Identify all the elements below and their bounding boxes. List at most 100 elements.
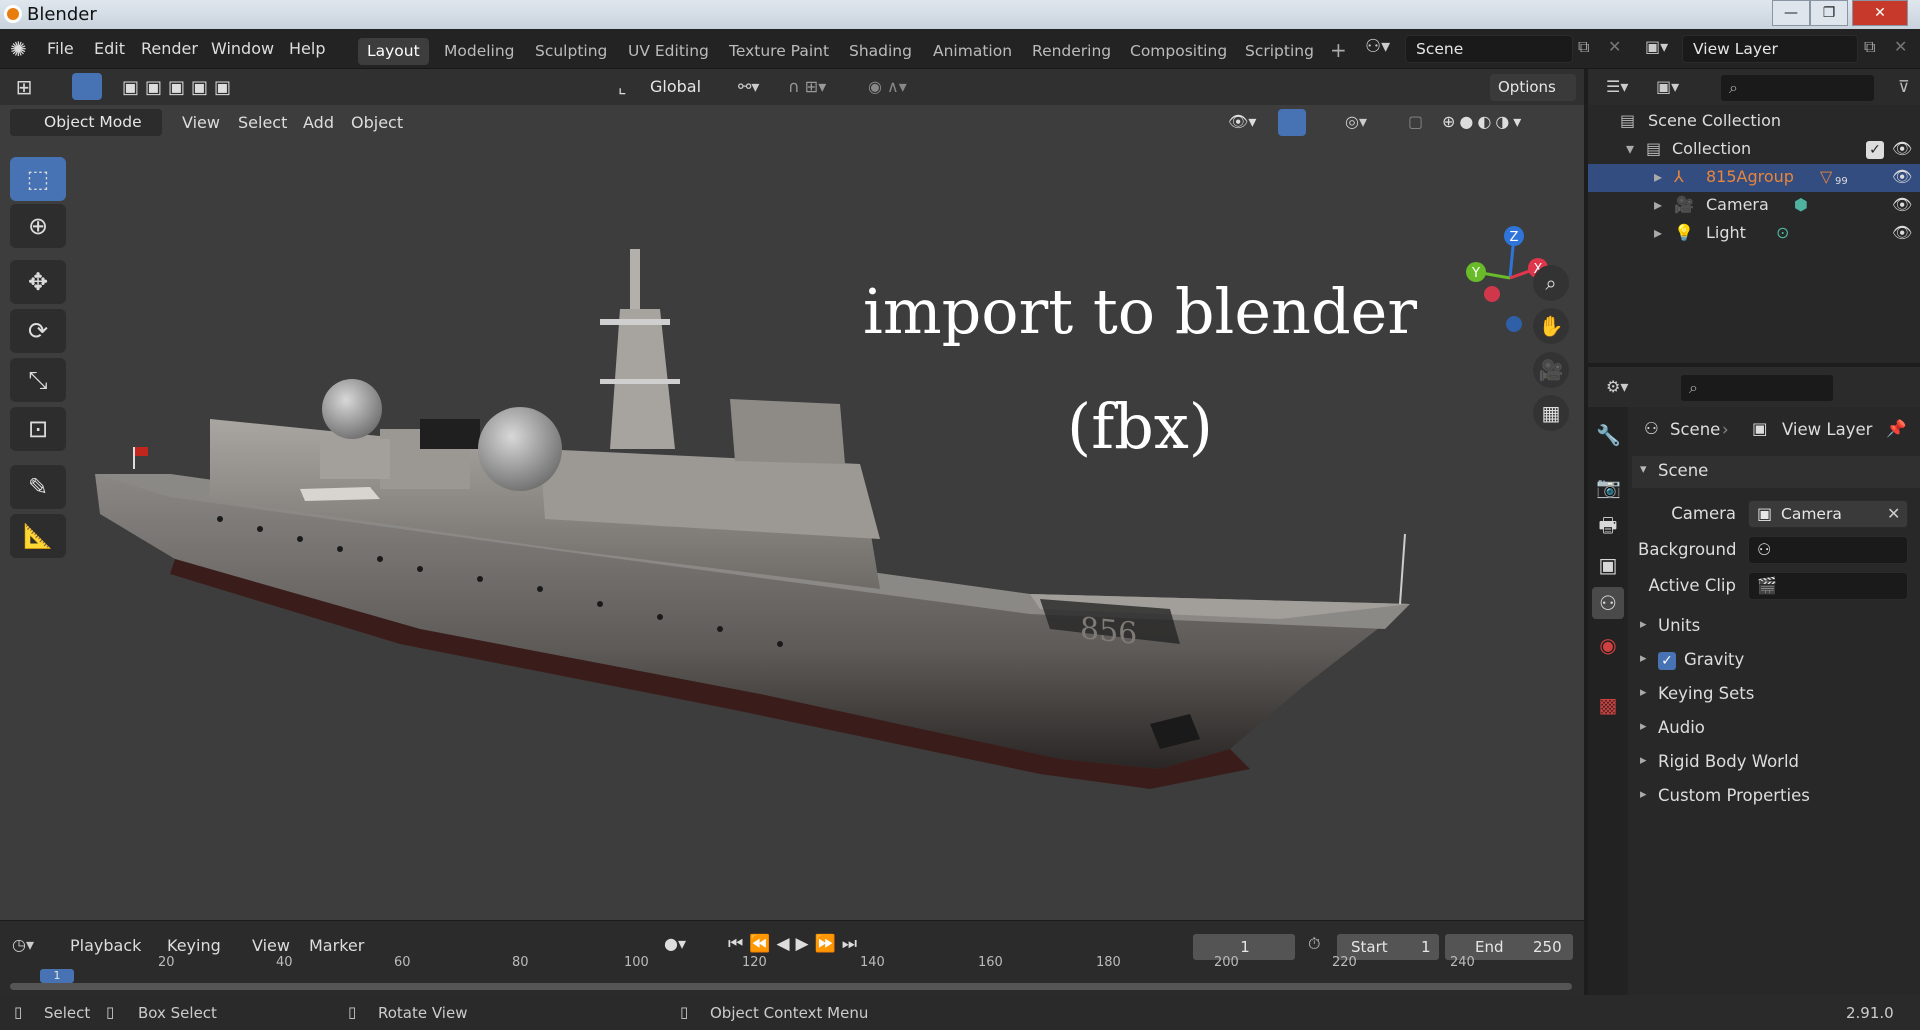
eye-icon[interactable]: 👁 [1892, 195, 1912, 214]
new-scene-icon[interactable]: ⧉ [1578, 37, 1589, 57]
display-mode-icon[interactable]: ▣▾ [1656, 77, 1679, 96]
texture-tab-icon[interactable]: ▩ [1596, 693, 1620, 717]
render-tab-icon[interactable]: 📷 [1596, 475, 1621, 499]
minimize-button[interactable]: — [1772, 0, 1810, 26]
tab-uv-editing[interactable]: UV Editing [619, 38, 718, 65]
current-frame-field[interactable]: 1 [1192, 933, 1296, 961]
scene-tab-icon[interactable]: ⚇ [1592, 587, 1624, 619]
proportional-edit-icon[interactable]: ◉ ∧▾ [868, 77, 907, 96]
tab-rendering[interactable]: Rendering [1023, 38, 1120, 65]
stopwatch-icon[interactable]: ⏱ [1308, 934, 1320, 954]
xray-icon[interactable]: ▢ [1408, 112, 1423, 131]
ship-model[interactable] [0, 69, 1584, 920]
camera-view-icon[interactable]: 🎥 [1533, 352, 1569, 388]
panel-gravity[interactable]: ▸ ✓ Gravity [1632, 645, 1920, 677]
delete-scene-icon[interactable]: ✕ [1608, 37, 1621, 56]
panel-audio[interactable]: ▸ Audio [1632, 713, 1920, 745]
view-layer-field[interactable]: View Layer [1682, 35, 1858, 63]
eye-icon[interactable]: 👁 [1892, 223, 1912, 242]
orientation-dropdown[interactable]: Global [650, 77, 701, 96]
tab-animation[interactable]: Animation [924, 38, 1021, 65]
panel-custom-properties[interactable]: ▸ Custom Properties [1632, 781, 1920, 813]
clear-camera-icon[interactable]: ✕ [1887, 504, 1900, 523]
gravity-checkbox[interactable]: ✓ [1658, 652, 1676, 670]
viewport-menu-object[interactable]: Object [351, 113, 403, 132]
pin-icon[interactable]: 📌 [1886, 419, 1907, 439]
tab-scripting[interactable]: Scripting [1236, 38, 1323, 65]
menu-file[interactable]: File [47, 39, 74, 58]
view-layer-tab-icon[interactable]: ▣ [1596, 553, 1620, 577]
outliner-collection[interactable]: ▾ ▤ Collection ✓ 👁 [1588, 136, 1920, 164]
scale-icon[interactable]: ⤡ [10, 358, 66, 402]
snap-icon[interactable]: ∩ ⊞▾ [788, 77, 826, 96]
timeline-scrollbar[interactable] [10, 983, 1572, 990]
zoom-icon[interactable]: ⌕ [1533, 265, 1569, 301]
eye-icon[interactable]: 👁 [1892, 167, 1912, 186]
transform-icon[interactable]: ⊡ [10, 407, 66, 451]
menu-help[interactable]: Help [289, 39, 325, 58]
tab-modeling[interactable]: Modeling [435, 38, 524, 65]
expand-icon[interactable]: ▸ [1654, 195, 1662, 214]
perspective-grid-icon[interactable]: ▦ [1533, 395, 1569, 431]
close-window-button[interactable]: ✕ [1852, 0, 1908, 26]
scene-field[interactable]: Scene [1405, 35, 1573, 63]
outliner-search[interactable]: ⌕ [1720, 74, 1875, 102]
select-box-icon[interactable]: ⬚ [10, 157, 66, 201]
world-tab-icon[interactable]: ◉ [1596, 633, 1620, 657]
editor-type-icon[interactable]: ⊞ [12, 75, 36, 99]
menu-render[interactable]: Render [141, 39, 198, 58]
active-clip-field[interactable]: 🎬 [1748, 572, 1908, 600]
outliner-scene-collection[interactable]: ▤ Scene Collection [1588, 108, 1920, 136]
delete-view-layer-icon[interactable]: ✕ [1894, 37, 1907, 56]
outliner-item-815agroup[interactable]: ▸ ⅄ 815Agroup ▽ 99 👁 [1588, 164, 1920, 192]
mode-dropdown[interactable]: Object Mode [10, 109, 162, 136]
timeline-menu-view[interactable]: View [252, 936, 290, 955]
viewport-menu-select[interactable]: Select [238, 113, 287, 132]
rotate-icon[interactable]: ⟳ [10, 309, 66, 353]
tab-layout[interactable]: Layout [358, 38, 429, 65]
expand-icon[interactable]: ▸ [1654, 223, 1662, 242]
viewport-menu-add[interactable]: Add [303, 113, 334, 132]
outliner-editor-icon[interactable]: ☰▾ [1606, 77, 1628, 96]
move-icon[interactable]: ✥ [10, 260, 66, 304]
properties-editor-icon[interactable]: ⚙▾ [1606, 377, 1628, 396]
pan-hand-icon[interactable]: ✋ [1533, 308, 1569, 344]
tab-sculpting[interactable]: Sculpting [526, 38, 616, 65]
properties-search[interactable]: ⌕ [1680, 374, 1834, 402]
scene-section-header[interactable]: ▾ Scene [1632, 456, 1920, 488]
view-layer-icon[interactable]: ▣▾ [1645, 37, 1668, 56]
menu-window[interactable]: Window [211, 39, 274, 58]
pivot-icon[interactable]: ⚯▾ [738, 77, 759, 96]
timeline-menu-marker[interactable]: Marker [309, 936, 364, 955]
blender-menu-icon[interactable]: ✺ [10, 37, 27, 61]
scene-selector-icon[interactable]: ⚇▾ [1365, 36, 1390, 57]
overlay-icon[interactable]: ◎▾ [1345, 112, 1367, 131]
outliner-item-camera[interactable]: ▸ 🎥 Camera ⬢ 👁 [1588, 192, 1920, 220]
outliner-item-light[interactable]: ▸ 💡 Light ⊙ 👁 [1588, 220, 1920, 248]
output-tab-icon[interactable]: 🖶 [1596, 513, 1620, 537]
playhead[interactable]: 1 [40, 969, 74, 983]
tab-compositing[interactable]: Compositing [1121, 38, 1236, 65]
3d-viewport[interactable]: 856 import to blender(fbx) Z Y X ⌕ ✋ 🎥 ▦ [0, 69, 1584, 920]
tab-texture-paint[interactable]: Texture Paint [720, 38, 838, 65]
tool-tab-icon[interactable]: 🔧 [1596, 423, 1621, 447]
tab-shading[interactable]: Shading [840, 38, 921, 65]
background-field[interactable]: ⚇ [1748, 536, 1908, 564]
expand-icon[interactable]: ▾ [1626, 139, 1634, 158]
shading-mode-icons[interactable]: ⊕●◐◑▾ [1442, 112, 1525, 131]
gizmo-toggle-icon[interactable] [1278, 109, 1306, 136]
new-view-layer-icon[interactable]: ⧉ [1864, 37, 1875, 57]
maximize-button[interactable]: ❐ [1810, 0, 1848, 26]
record-icon[interactable]: ●▾ [664, 934, 686, 953]
measure-icon[interactable]: 📐 [10, 514, 66, 558]
options-dropdown[interactable]: Options [1490, 74, 1576, 101]
filter-icon[interactable]: ⊽ [1898, 77, 1910, 96]
panel-rigid-body-world[interactable]: ▸ Rigid Body World [1632, 747, 1920, 779]
cursor-icon[interactable]: ⊕ [10, 204, 66, 248]
annotate-icon[interactable]: ✎ [10, 465, 66, 509]
eye-icon[interactable]: 👁 [1892, 139, 1912, 158]
timeline-menu-keying[interactable]: Keying [167, 936, 221, 955]
camera-field[interactable]: ▣ Camera ✕ [1748, 500, 1908, 528]
add-workspace-icon[interactable]: + [1330, 38, 1347, 62]
expand-icon[interactable]: ▸ [1654, 167, 1662, 186]
